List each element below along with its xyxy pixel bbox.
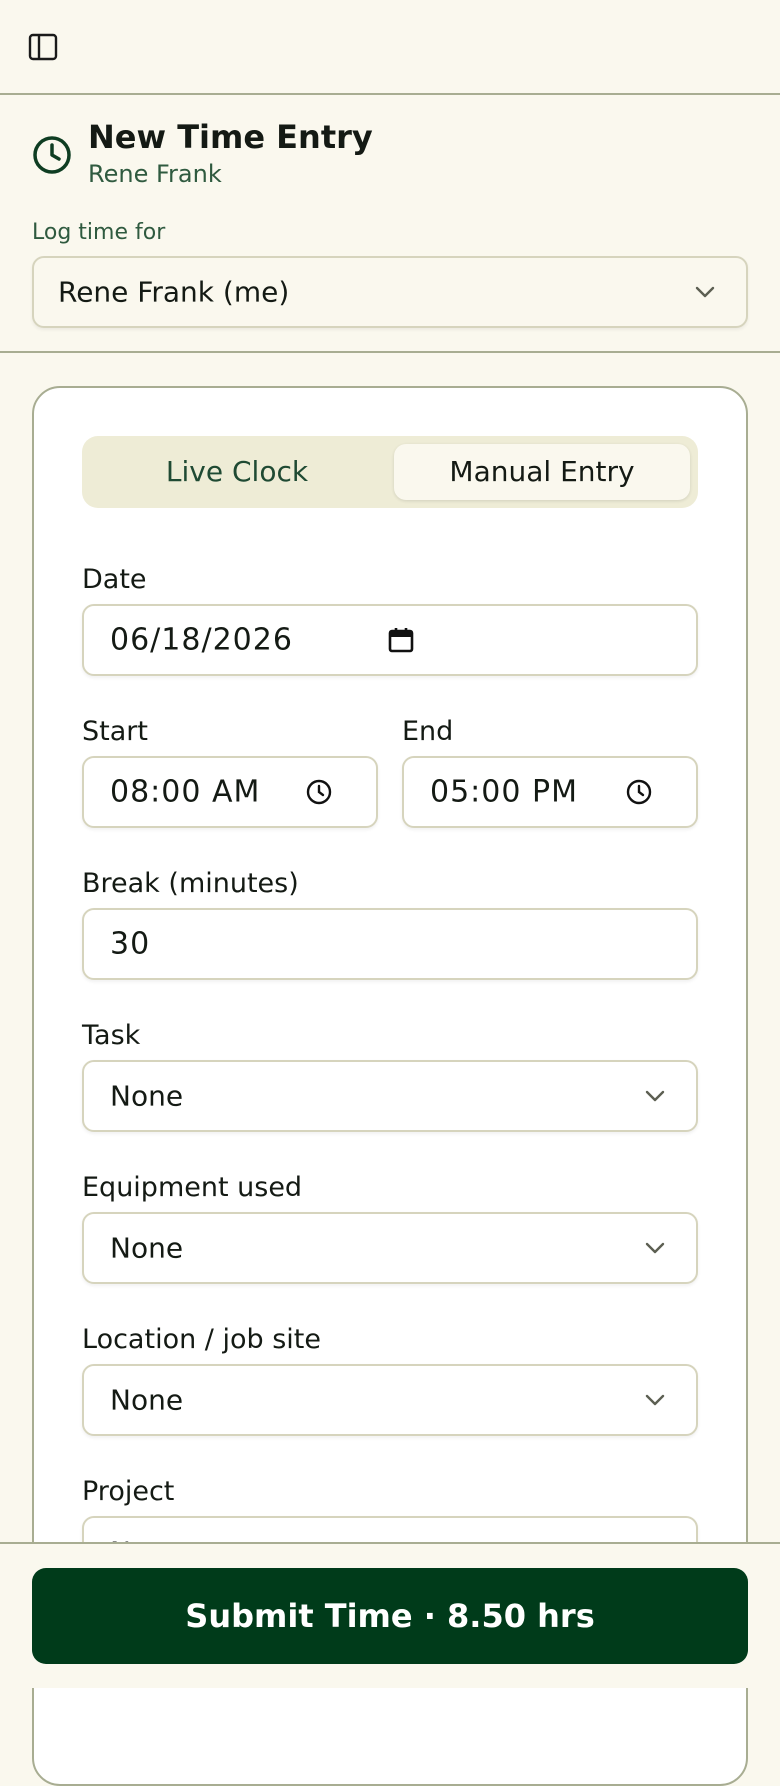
clock-icon[interactable] [624,777,654,807]
location-select[interactable]: None [82,1364,698,1436]
project-label: Project [82,1476,175,1507]
start-time-value: 08:00 AM [110,774,261,810]
equipment-value: None [110,1231,184,1265]
chevron-down-icon [645,1394,665,1406]
date-field[interactable]: 06/18/2026 [82,604,698,676]
date-value: 06/18/2026 [110,622,293,658]
break-minutes-input[interactable]: 30 [82,908,698,980]
submit-time-button[interactable]: Submit Time · 8.50 hrs [32,1568,748,1664]
clock-icon[interactable] [304,777,334,807]
break-label: Break (minutes) [82,868,299,899]
task-select[interactable]: None [82,1060,698,1132]
tab-manual-entry[interactable]: Manual Entry [394,444,690,500]
chevron-down-icon [645,1090,665,1102]
end-time-value: 05:00 PM [430,774,578,810]
log-time-for-select[interactable]: Rene Frank (me) [32,256,748,328]
date-label: Date [82,564,147,595]
chevron-down-icon [645,1242,665,1254]
sidebar-toggle-icon[interactable] [28,32,58,62]
mode-toggle: Live Clock Manual Entry [82,436,698,508]
location-value: None [110,1383,184,1417]
equipment-label: Equipment used [82,1172,303,1203]
tab-live-clock[interactable]: Live Clock [90,444,384,500]
top-bar [0,0,780,95]
task-label: Task [82,1020,141,1051]
start-time-field[interactable]: 08:00 AM [82,756,378,828]
end-time-field[interactable]: 05:00 PM [402,756,698,828]
page-title: New Time Entry [88,118,373,156]
clock-icon [33,136,71,174]
end-label: End [402,716,454,747]
chevron-down-icon [695,286,715,298]
log-time-for-value: Rene Frank (me) [58,275,290,309]
log-time-for-label: Log time for [32,220,166,245]
task-value: None [110,1079,184,1113]
break-minutes-value: 30 [110,926,151,962]
user-name: Rene Frank [88,160,222,188]
start-label: Start [82,716,148,747]
equipment-select[interactable]: None [82,1212,698,1284]
location-label: Location / job site [82,1324,321,1355]
calendar-icon[interactable] [386,625,416,655]
